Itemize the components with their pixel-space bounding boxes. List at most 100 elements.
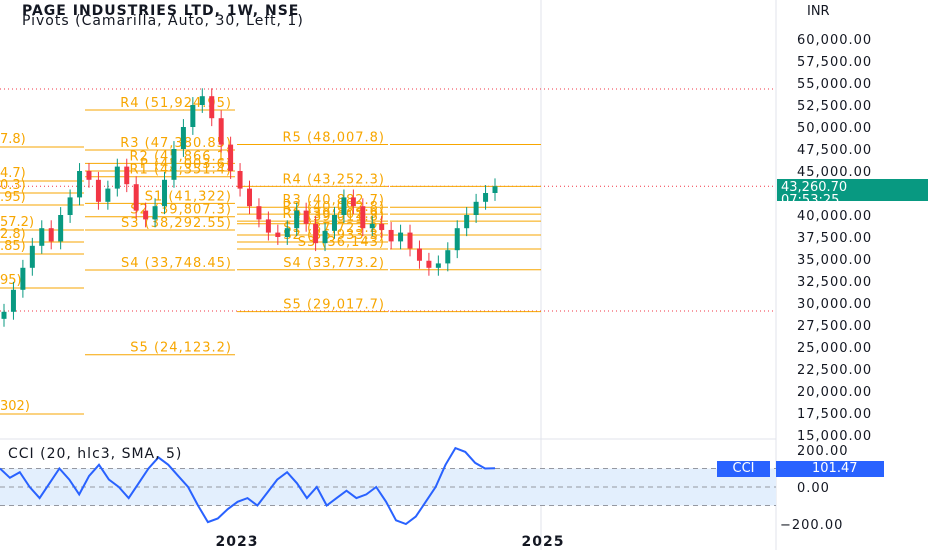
time-tick-label: 2023: [216, 534, 259, 550]
candle-body: [67, 197, 73, 215]
pivot-label-left: 95): [0, 273, 22, 288]
candle-body: [143, 210, 149, 220]
candle-body: [162, 179, 168, 207]
price-tick-label: 20,000.00: [797, 385, 872, 400]
pivot-label: S4 (33,748.45): [121, 256, 232, 271]
cci-indicator-label[interactable]: CCI (20, hlc3, SMA, 5): [8, 446, 182, 462]
price-tick-label: 22,500.00: [797, 363, 872, 378]
candle-body: [190, 105, 196, 127]
candle-body: [20, 267, 26, 290]
candle-body: [435, 263, 441, 268]
candle-body: [492, 186, 498, 193]
candle-body: [218, 118, 224, 145]
pivots-indicator-label[interactable]: Pivots (Camarilla, Auto, 30, Left, 1): [22, 13, 304, 29]
cci-tick-label: 200.00: [797, 444, 849, 459]
pivot-label: S5 (29,017.7): [283, 298, 385, 313]
cci-tick-label: −200.00: [780, 518, 843, 533]
pivot-label-left: .85): [0, 239, 26, 254]
pivot-label: S3 (38,292.55): [121, 216, 232, 231]
price-tick-label: 32,500.00: [797, 275, 872, 290]
pivot-label-left: 7.8): [0, 132, 26, 147]
price-tick-label: 45,000.00: [797, 165, 872, 180]
candle-body: [454, 228, 460, 251]
candle-body: [303, 210, 309, 224]
candle-body: [247, 188, 252, 207]
price-tick-label: 35,000.00: [797, 253, 872, 268]
candle-body: [445, 250, 451, 264]
price-tick-label: 40,000.00: [797, 209, 872, 224]
candle-body: [398, 232, 404, 242]
candle-body: [322, 230, 328, 244]
chart-grid: [0, 0, 777, 550]
price-tick-label: 52,500.00: [797, 99, 872, 114]
candle-body: [199, 96, 205, 105]
candle-body: [416, 248, 422, 261]
time-axis: 2023 2025: [216, 534, 565, 550]
price-tick-label: 55,000.00: [797, 77, 872, 92]
last-price-tag: 43,260.70 07:53:25: [777, 179, 928, 207]
price-tick-label: 17,500.00: [797, 407, 872, 422]
last-price-value: 43,260.70: [781, 180, 848, 195]
cci-name-badge: CCI: [717, 461, 770, 477]
candle-body: [313, 223, 319, 244]
pivot-label: R4 (43,252.3): [283, 172, 385, 187]
candle-body: [124, 166, 130, 185]
price-tick-label: 25,000.00: [797, 341, 872, 356]
candle-body: [171, 149, 177, 180]
candle-body: [152, 206, 158, 220]
candle-body: [39, 228, 45, 246]
candle-body: [284, 228, 290, 237]
candle-body: [58, 215, 64, 242]
candle-body: [426, 260, 432, 268]
candle-body: [256, 206, 262, 220]
candle-body: [180, 127, 186, 149]
candle-body: [48, 228, 54, 242]
candle-body: [407, 232, 413, 249]
pivot-label: R5 (48,007.8): [283, 131, 385, 146]
candle-body: [95, 179, 101, 202]
bar-countdown: 07:53:25: [781, 193, 840, 208]
candle-body: [10, 289, 16, 312]
pivot-label-left: .95): [0, 190, 26, 205]
candle-body: [350, 197, 356, 207]
pivot-levels: R4 (51,924.95)R3 (47,380.85)R2 (45,866.1…: [0, 96, 541, 415]
time-tick-label: 2025: [522, 534, 565, 550]
candle-body: [331, 215, 337, 231]
candle-body: [483, 193, 489, 202]
price-tick-label: 30,000.00: [797, 297, 872, 312]
price-axis: 60,000.00 57,500.00 55,000.00 52,500.00 50,0…: [780, 33, 872, 533]
price-tick-label: 50,000.00: [797, 121, 872, 136]
price-tick-label: 27,500.00: [797, 319, 872, 334]
candle-body: [265, 219, 271, 233]
candle-body: [209, 96, 215, 119]
price-tick-label: 37,500.00: [797, 231, 872, 246]
candle-body: [360, 206, 366, 229]
candle-body: [379, 223, 385, 230]
pivot-label: R4 (51,924.95): [120, 96, 232, 111]
pivot-label: S3 (36,143): [298, 235, 385, 250]
price-tick-label: 47,500.00: [797, 143, 872, 158]
candle-body: [464, 215, 470, 229]
candle-body: [86, 171, 92, 180]
pivot-label: S4 (33,773.2): [283, 256, 385, 271]
candle-body: [275, 232, 281, 237]
candle-body: [237, 171, 243, 189]
candle-body: [105, 188, 111, 202]
candle-body: [77, 171, 83, 198]
candle-body: [473, 201, 479, 215]
candle-body: [294, 210, 300, 229]
price-tick-label: 15,000.00: [797, 429, 872, 444]
candle-body: [29, 245, 35, 268]
currency-label[interactable]: INR: [807, 4, 923, 24]
candle-body: [114, 166, 120, 189]
candle-body: [133, 184, 139, 211]
candle-body: [228, 144, 234, 171]
pivot-label: P (45,003.6): [140, 157, 232, 172]
price-tick-label: 60,000.00: [797, 33, 872, 48]
candle-body: [1, 311, 7, 319]
cci-tick-label: 0.00: [797, 481, 830, 496]
price-tick-label: 57,500.00: [797, 55, 872, 70]
candle-body: [369, 223, 375, 229]
pivot-label: S5 (24,123.2): [130, 341, 232, 356]
pivot-label-left: 302): [0, 399, 30, 414]
